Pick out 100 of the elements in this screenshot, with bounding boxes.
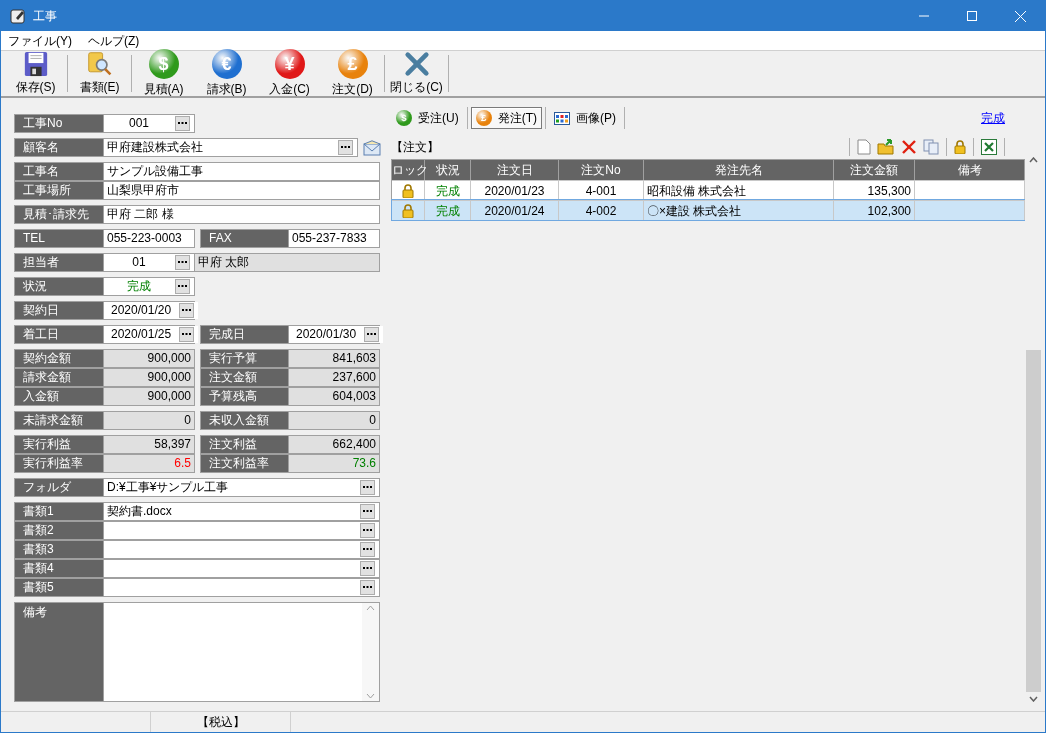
field-label: 状況 (15, 278, 103, 295)
field-label: FAX (201, 230, 288, 247)
ellipsis-button[interactable] (338, 140, 353, 155)
field-label: フォルダ (15, 479, 103, 496)
menu-item[interactable]: ファイル(Y) (8, 31, 72, 50)
field-label: 注文利益 (201, 436, 288, 453)
scroll-up-icon[interactable] (1028, 157, 1038, 163)
close-icon[interactable] (1015, 10, 1026, 22)
field-label: 実行利益 (15, 436, 103, 453)
input-field[interactable] (103, 579, 379, 596)
ellipsis-button[interactable] (360, 504, 375, 519)
menu-item[interactable]: ヘルプ(Z) (88, 31, 140, 50)
more-icon (363, 529, 372, 532)
field-label: 工事場所 (15, 182, 103, 199)
spreadsheet-icon[interactable] (981, 139, 997, 155)
delete-icon[interactable] (901, 139, 917, 155)
table-cell-text: 4-001 (585, 182, 617, 200)
more-icon (363, 510, 372, 513)
input-field[interactable]: 01 (103, 254, 194, 271)
field-label: 書類1 (15, 503, 103, 520)
app-icon (10, 8, 26, 24)
field-value: 2020/01/25 (111, 326, 172, 343)
window-title: 工事 (33, 8, 57, 25)
tab[interactable]: $ 受注(U) (391, 107, 464, 129)
input-field[interactable]: サンプル設備工事 (103, 163, 379, 180)
scroll-thumb[interactable] (1025, 350, 1041, 692)
table-cell-text: 2020/01/23 (484, 182, 545, 200)
padlock-icon (954, 140, 966, 154)
toolbar-button[interactable]: 保存(S) (4, 51, 67, 96)
input-field[interactable]: 甲府建設株式会社 (103, 139, 357, 156)
new-document-icon[interactable] (857, 139, 871, 155)
ellipsis-button[interactable] (360, 542, 375, 557)
memo-field[interactable] (103, 603, 379, 701)
ellipsis-button[interactable] (179, 327, 195, 342)
field-label: 着工日 (15, 326, 103, 343)
ellipsis-button[interactable] (175, 255, 190, 270)
ellipsis-button[interactable] (179, 303, 195, 318)
field-value: 01 (132, 254, 146, 271)
scroll-down-icon[interactable] (1028, 696, 1038, 702)
ellipsis-button[interactable] (360, 523, 375, 538)
field-value: 73.6 (352, 455, 376, 472)
field-value: 58,397 (154, 436, 191, 453)
field-value: 055-237-7833 (292, 230, 367, 247)
scroll-down-icon[interactable] (366, 693, 375, 699)
scroll-up-icon[interactable] (366, 605, 375, 611)
ellipsis-button[interactable] (360, 580, 375, 595)
field-value: 甲府 二郎 様 (107, 206, 174, 223)
input-field[interactable]: D:¥工事¥サンプル工事 (103, 479, 379, 496)
field-value: 0 (369, 412, 376, 429)
input-field[interactable]: 2020/01/20 (103, 302, 199, 319)
input-field[interactable]: 2020/01/25 (103, 326, 199, 343)
coin-icon: $ (148, 49, 179, 79)
ellipsis-button[interactable] (360, 561, 375, 576)
table-row[interactable]: 完成 2020/01/24 4-002 〇×建設 株式会社 102,300 (392, 200, 1025, 220)
field-label: 書類4 (15, 560, 103, 577)
input-field[interactable]: 完成 (103, 278, 194, 295)
table-row[interactable]: 完成 2020/01/23 4-001 昭和設備 株式会社 135,300 (392, 180, 1025, 200)
field-label: 請求金額 (15, 369, 103, 386)
table-cell-text: 完成 (435, 182, 460, 200)
field-value: 055-223-0003 (107, 230, 182, 247)
input-field[interactable]: 055-223-0003 (103, 230, 194, 247)
ellipsis-button[interactable] (360, 480, 375, 495)
tab[interactable]: 画像(P) (549, 107, 621, 129)
input-field[interactable]: 山梨県甲府市 (103, 182, 379, 199)
input-field[interactable]: 001 (103, 115, 194, 132)
input-field[interactable]: 055-237-7833 (288, 230, 379, 247)
close-icon (402, 51, 431, 77)
coin-icon: £ (475, 110, 492, 126)
more-icon (363, 548, 372, 551)
input-field[interactable] (103, 522, 379, 539)
field-value: 甲府建設株式会社 (107, 139, 203, 156)
padlock-icon (402, 183, 414, 198)
maximize-icon[interactable] (967, 11, 977, 21)
field-value: 0 (184, 412, 191, 429)
input-field[interactable] (103, 541, 379, 558)
field-label: 実行利益率 (15, 455, 103, 472)
ellipsis-button[interactable] (364, 327, 380, 342)
toolbar-button[interactable]: 閉じる(C) (385, 51, 448, 96)
ellipsis-button[interactable] (175, 279, 190, 294)
input-field[interactable]: 甲府 二郎 様 (103, 206, 379, 223)
field-label: 契約金額 (15, 350, 103, 367)
more-icon (363, 586, 372, 589)
status-link[interactable]: 完成 (981, 109, 1005, 127)
padlock-icon (402, 203, 414, 218)
field-label: 実行予算 (201, 350, 288, 367)
toolbar-button[interactable]: $ 見積(A) (132, 51, 195, 96)
field-value: サンプル設備工事 (107, 163, 203, 180)
field-value: 山梨県甲府市 (107, 182, 179, 199)
toolbar-button[interactable]: 書類(E) (68, 51, 131, 96)
open-folder-icon[interactable] (877, 139, 895, 155)
input-field[interactable]: 契約書.docx (103, 503, 379, 520)
field-value: 2020/01/30 (296, 326, 357, 343)
envelope-icon[interactable] (363, 139, 381, 156)
field-label: 契約日 (15, 302, 103, 319)
ellipsis-button[interactable] (175, 116, 190, 131)
input-field[interactable] (103, 560, 379, 577)
tab[interactable]: £ 発注(T) (470, 107, 542, 129)
input-field[interactable]: 2020/01/30 (288, 326, 384, 343)
field-label: 担当者 (15, 254, 103, 271)
table-cell-text: 4-002 (585, 202, 617, 220)
